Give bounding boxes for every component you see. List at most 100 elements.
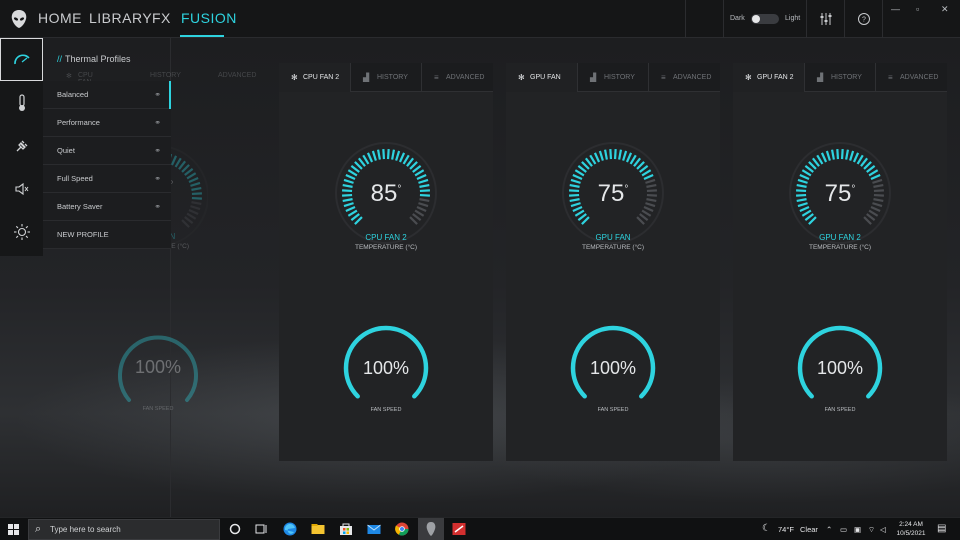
gauge-tick (354, 161, 363, 170)
gauge-tick (609, 149, 613, 160)
link-icon[interactable]: ⚭ (154, 109, 161, 137)
gauge-tick (830, 149, 835, 160)
gauge-tick (804, 213, 814, 222)
file-explorer-icon[interactable] (310, 521, 326, 537)
gauge-tick (347, 169, 358, 177)
gauge-tick (860, 157, 869, 167)
toggle-knob (752, 15, 760, 23)
weather-temperature[interactable]: 74°F (778, 525, 794, 534)
gauge-tick (840, 149, 844, 160)
gauge-tick (618, 149, 623, 160)
chrome-icon[interactable] (394, 521, 410, 537)
display-icon[interactable]: ▣ (854, 525, 861, 534)
equalizer-settings-icon[interactable] (818, 11, 834, 27)
gauge-tick (181, 164, 190, 173)
title-prefix: // (57, 54, 63, 64)
profile-quiet[interactable]: Quiet ⚭ (43, 137, 171, 165)
gauge-tick (188, 208, 199, 216)
alien-logo-icon[interactable] (10, 9, 28, 29)
theme-toggle[interactable] (751, 14, 779, 24)
gauges (562, 142, 664, 399)
gauge-tick (636, 216, 645, 225)
rail-temperature[interactable] (0, 81, 43, 124)
taskbar-clock[interactable]: 2:24 AM 10/5/2021 (893, 520, 929, 538)
left-rail (0, 38, 43, 256)
fan-speed-value: 100% (589, 358, 637, 378)
gauge-tick (836, 149, 840, 160)
battery-icon[interactable]: ▭ (840, 525, 847, 534)
cortana-icon[interactable] (227, 521, 243, 537)
profile-label: Balanced (57, 90, 89, 99)
volume-muted-icon[interactable]: ◁ (880, 525, 886, 534)
gauge-tick (816, 154, 824, 165)
title-text: Thermal Profiles (65, 54, 131, 64)
rail-audio[interactable] (0, 167, 43, 210)
rail-display[interactable] (0, 210, 43, 253)
fan-speed-value: 100% (816, 358, 864, 378)
fan-panel-gpu-fan-2: ✻ GPU FAN 2 ▟ HISTORY ≡ ADVANCED 75° GPU FA… (733, 63, 947, 461)
profile-new[interactable]: NEW PROFILE (43, 221, 171, 249)
notifications-icon[interactable]: ▤ (937, 523, 946, 534)
link-icon[interactable]: ⚭ (154, 81, 161, 109)
profile-full-speed[interactable]: Full Speed ⚭ (43, 165, 171, 193)
nav-fusion[interactable]: FUSION (181, 10, 237, 26)
nav-fx[interactable]: FX (152, 10, 171, 26)
divider (882, 0, 883, 38)
temperature-value: 85° (279, 180, 493, 208)
network-icon[interactable]: ⌔ (868, 525, 875, 535)
windows-start-icon[interactable] (8, 524, 19, 535)
nav-home[interactable]: HOME (38, 10, 82, 26)
taskbar-search-box[interactable]: ⌕ Type here to search (28, 519, 220, 540)
theme-dark-label: Dark (730, 15, 745, 22)
minimize-icon[interactable]: — (891, 4, 900, 14)
rail-thermal[interactable] (0, 38, 43, 81)
profile-performance[interactable]: Performance ⚭ (43, 109, 171, 137)
top-bar: HOME LIBRARY FX FUSION Dark Light ? — ▫ … (0, 0, 960, 38)
temp-number: 75 (824, 180, 852, 207)
gauge-tick (574, 209, 585, 217)
ghost-speed-label: FAN SPEED (142, 406, 174, 412)
profile-battery-saver[interactable]: Battery Saver ⚭ (43, 193, 171, 221)
gauge-tick (409, 216, 418, 225)
fan-speed-value: 100% (362, 358, 410, 378)
gauge-tick (866, 164, 876, 173)
edge-browser-icon[interactable] (282, 521, 298, 537)
gauge-tick (414, 169, 425, 177)
close-icon[interactable]: ✕ (941, 4, 949, 15)
speaker-icon (14, 182, 28, 195)
help-icon[interactable]: ? (856, 11, 872, 27)
gauge-tick (852, 152, 860, 163)
fan-name: GPU FAN 2 (819, 233, 861, 242)
gauge-tick (190, 205, 201, 211)
ghost-advanced-label: ADVANCED (218, 72, 257, 79)
chevron-up-icon[interactable]: ⌃ (826, 525, 832, 534)
rail-power[interactable] (0, 124, 43, 167)
gauge-tick (845, 149, 850, 160)
mail-icon[interactable] (366, 521, 382, 537)
gauge-tick (849, 150, 855, 161)
task-view-icon[interactable] (253, 521, 269, 537)
search-placeholder: Type here to search (50, 525, 121, 534)
maximize-icon[interactable]: ▫ (916, 4, 919, 14)
gauge-tick (174, 157, 182, 168)
weather-description[interactable]: Clear (800, 525, 818, 534)
fan-speed-label: FAN SPEED (824, 407, 856, 413)
divider (723, 0, 724, 38)
moon-weather-icon[interactable]: ☾ (762, 523, 771, 534)
link-icon[interactable]: ⚭ (154, 193, 161, 221)
gauge-tick (801, 169, 812, 177)
fan-panel-gpu-fan: ✻ GPU FAN ▟ HISTORY ≡ ADVANCED 75° GPU FAN … (506, 63, 720, 461)
media-app-icon[interactable] (451, 521, 467, 537)
gauge-tick (366, 152, 374, 163)
fan-name: GPU FAN (595, 233, 631, 242)
nav-library[interactable]: LIBRARY (89, 10, 152, 26)
gauge-tick (581, 161, 590, 170)
alienware-command-center-icon[interactable] (423, 521, 439, 537)
plug-icon (16, 140, 27, 151)
thermometer-icon (18, 93, 25, 111)
search-icon: ⌕ (35, 523, 42, 535)
link-icon[interactable]: ⚭ (154, 137, 161, 165)
profile-balanced[interactable]: Balanced ⚭ (43, 81, 171, 109)
store-icon[interactable] (338, 521, 354, 537)
link-icon[interactable]: ⚭ (154, 165, 161, 193)
